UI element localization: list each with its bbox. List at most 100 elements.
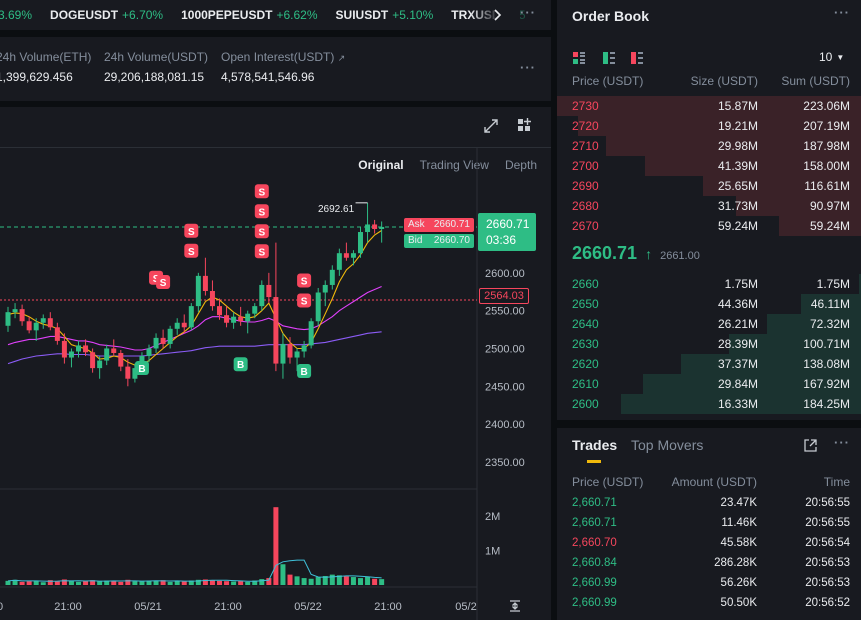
- tab-top-movers[interactable]: Top Movers: [631, 437, 703, 453]
- ask-row[interactable]: 2720 19.21M 207.19M: [557, 116, 861, 136]
- candle-body: [209, 291, 215, 307]
- trade-time: 20:56:53: [805, 577, 850, 589]
- bid-row[interactable]: 2630 28.39M 100.71M: [557, 334, 861, 354]
- candle-body: [40, 318, 46, 323]
- volume-bar: [280, 564, 286, 585]
- trade-amount: 286.28K: [714, 557, 757, 569]
- view-asks-icon[interactable]: [631, 52, 643, 64]
- ask-row[interactable]: 2700 41.39M 158.00M: [557, 156, 861, 176]
- ticker-change: +5.10%: [392, 8, 434, 22]
- candle-body: [329, 269, 335, 285]
- candle-body: [61, 340, 67, 358]
- bid-price: 2650: [572, 297, 599, 311]
- bid-price: 2640: [572, 317, 599, 331]
- view-both-icon[interactable]: [573, 52, 585, 64]
- ticker-change: +6.70%: [122, 8, 164, 22]
- ticker-symbol: 1000PEPEUSDT: [181, 8, 273, 22]
- tab-indicator: [587, 460, 601, 463]
- ask-row[interactable]: 2690 25.65M 116.61M: [557, 176, 861, 196]
- candle-body: [97, 360, 103, 369]
- bid-row[interactable]: 2610 29.84M 167.92M: [557, 374, 861, 394]
- mark-price[interactable]: 2661.00: [660, 250, 700, 262]
- trades-header-price: Price (USDT): [572, 475, 644, 489]
- volume-bar: [294, 576, 300, 585]
- stat-usdt-volume: 24h Volume(USDT) 29,206,188,081.15: [104, 50, 208, 84]
- ticker-item[interactable]: 3.69%: [0, 8, 32, 22]
- volume-bar: [5, 580, 11, 585]
- ask-row[interactable]: 2710 29.98M 187.98M: [557, 136, 861, 156]
- candle-body: [315, 292, 321, 322]
- ask-sum: 207.19M: [803, 119, 850, 133]
- candle-body: [54, 327, 60, 341]
- price-tick-label: 2450.00: [485, 381, 525, 393]
- candle-body: [181, 322, 187, 328]
- bid-size: 44.36M: [717, 297, 758, 311]
- volume-bar: [68, 580, 74, 585]
- volume-bar: [343, 576, 349, 585]
- trade-price: 2,660.99: [572, 597, 617, 609]
- more-icon[interactable]: ···: [520, 60, 536, 75]
- ask-row[interactable]: 2670 59.24M 59.24M: [557, 216, 861, 236]
- volume-bar: [167, 581, 173, 585]
- ask-row[interactable]: 2730 15.87M 223.06M: [557, 96, 861, 116]
- time-tick-label: 05/21: [134, 601, 162, 613]
- chevron-right-icon[interactable]: [491, 8, 503, 22]
- ask-sum: 59.24M: [809, 219, 850, 233]
- trade-time: 20:56:54: [805, 537, 850, 549]
- bid-sum: 72.32M: [809, 317, 850, 331]
- candle-body: [174, 322, 180, 329]
- ask-size: 59.24M: [717, 219, 758, 233]
- last-price: 2660.71: [486, 217, 530, 231]
- candle-body: [379, 226, 385, 229]
- external-link-icon: ↗: [337, 53, 346, 63]
- price-line-tag[interactable]: 2564.03: [479, 288, 529, 304]
- bid-row[interactable]: 2650 44.36M 46.11M: [557, 294, 861, 314]
- candle-body: [153, 337, 159, 349]
- ticker-bar: 3.69% DOGEUSDT +6.70% 1000PEPEUSDT +6.62% …: [0, 0, 551, 30]
- popout-icon[interactable]: [804, 439, 817, 452]
- candle-body: [280, 343, 286, 364]
- ob-header-size: Size (USDT): [690, 74, 758, 88]
- depth-select[interactable]: 10 ▼: [819, 50, 844, 64]
- bid-sum: 1.75M: [816, 277, 850, 291]
- bid-row[interactable]: 2620 37.37M 138.08M: [557, 354, 861, 374]
- candle-body: [358, 232, 363, 254]
- candlestick-chart[interactable]: 2600.00 2550.00 2500.00 2450.00 2400.00 2350.…: [0, 107, 551, 620]
- scale-icon[interactable]: [508, 599, 522, 613]
- candle-body: [83, 345, 89, 353]
- candle-body: [12, 309, 18, 313]
- volume-bar: [259, 579, 265, 585]
- ticker-symbol: DOGEUSDT: [50, 8, 119, 22]
- ticker-change: +6.62%: [276, 8, 318, 22]
- trade-price: 2,660.71: [572, 497, 617, 509]
- ticker-item[interactable]: SUIUSDT +5.10%: [336, 8, 434, 22]
- more-icon[interactable]: ···: [834, 435, 850, 450]
- candle-body: [259, 284, 265, 307]
- ticker-list: 3.69% DOGEUSDT +6.70% 1000PEPEUSDT +6.62% …: [0, 6, 544, 24]
- bid-row[interactable]: 2600 16.33M 184.25M: [557, 394, 861, 414]
- candle-body: [90, 352, 96, 369]
- more-icon[interactable]: ···: [520, 5, 536, 20]
- trade-time: 20:56:53: [805, 557, 850, 569]
- candle-body: [195, 275, 201, 307]
- ticker-change: 3.69%: [0, 8, 33, 22]
- trade-row: 2,660.71 23.47K 20:56:55: [557, 494, 861, 514]
- price-tick-label: 2550.00: [485, 306, 525, 318]
- trade-time: 20:56:52: [805, 597, 850, 609]
- trade-row: 2,660.84 286.28K 20:56:53: [557, 554, 861, 574]
- more-icon[interactable]: ···: [834, 5, 850, 20]
- stat-open-interest[interactable]: Open Interest(USDT) ↗ 4,578,541,546.96: [221, 50, 345, 84]
- volume-bar: [209, 580, 215, 585]
- bid-row[interactable]: 2660 1.75M 1.75M: [557, 274, 861, 294]
- bid-price: 2620: [572, 357, 599, 371]
- candle-body: [343, 253, 349, 258]
- view-bids-icon[interactable]: [603, 52, 615, 64]
- ask-row[interactable]: 2680 31.73M 90.97M: [557, 196, 861, 216]
- bid-row[interactable]: 2640 26.21M 72.32M: [557, 314, 861, 334]
- ticker-item[interactable]: DOGEUSDT +6.70%: [50, 8, 163, 22]
- ticker-item[interactable]: 1000PEPEUSDT +6.62%: [181, 8, 317, 22]
- ob-header-sum: Sum (USDT): [781, 74, 850, 88]
- tab-trades[interactable]: Trades: [572, 437, 617, 453]
- trades-header-amount: Amount (USDT): [671, 475, 757, 489]
- volume-bar: [118, 581, 124, 585]
